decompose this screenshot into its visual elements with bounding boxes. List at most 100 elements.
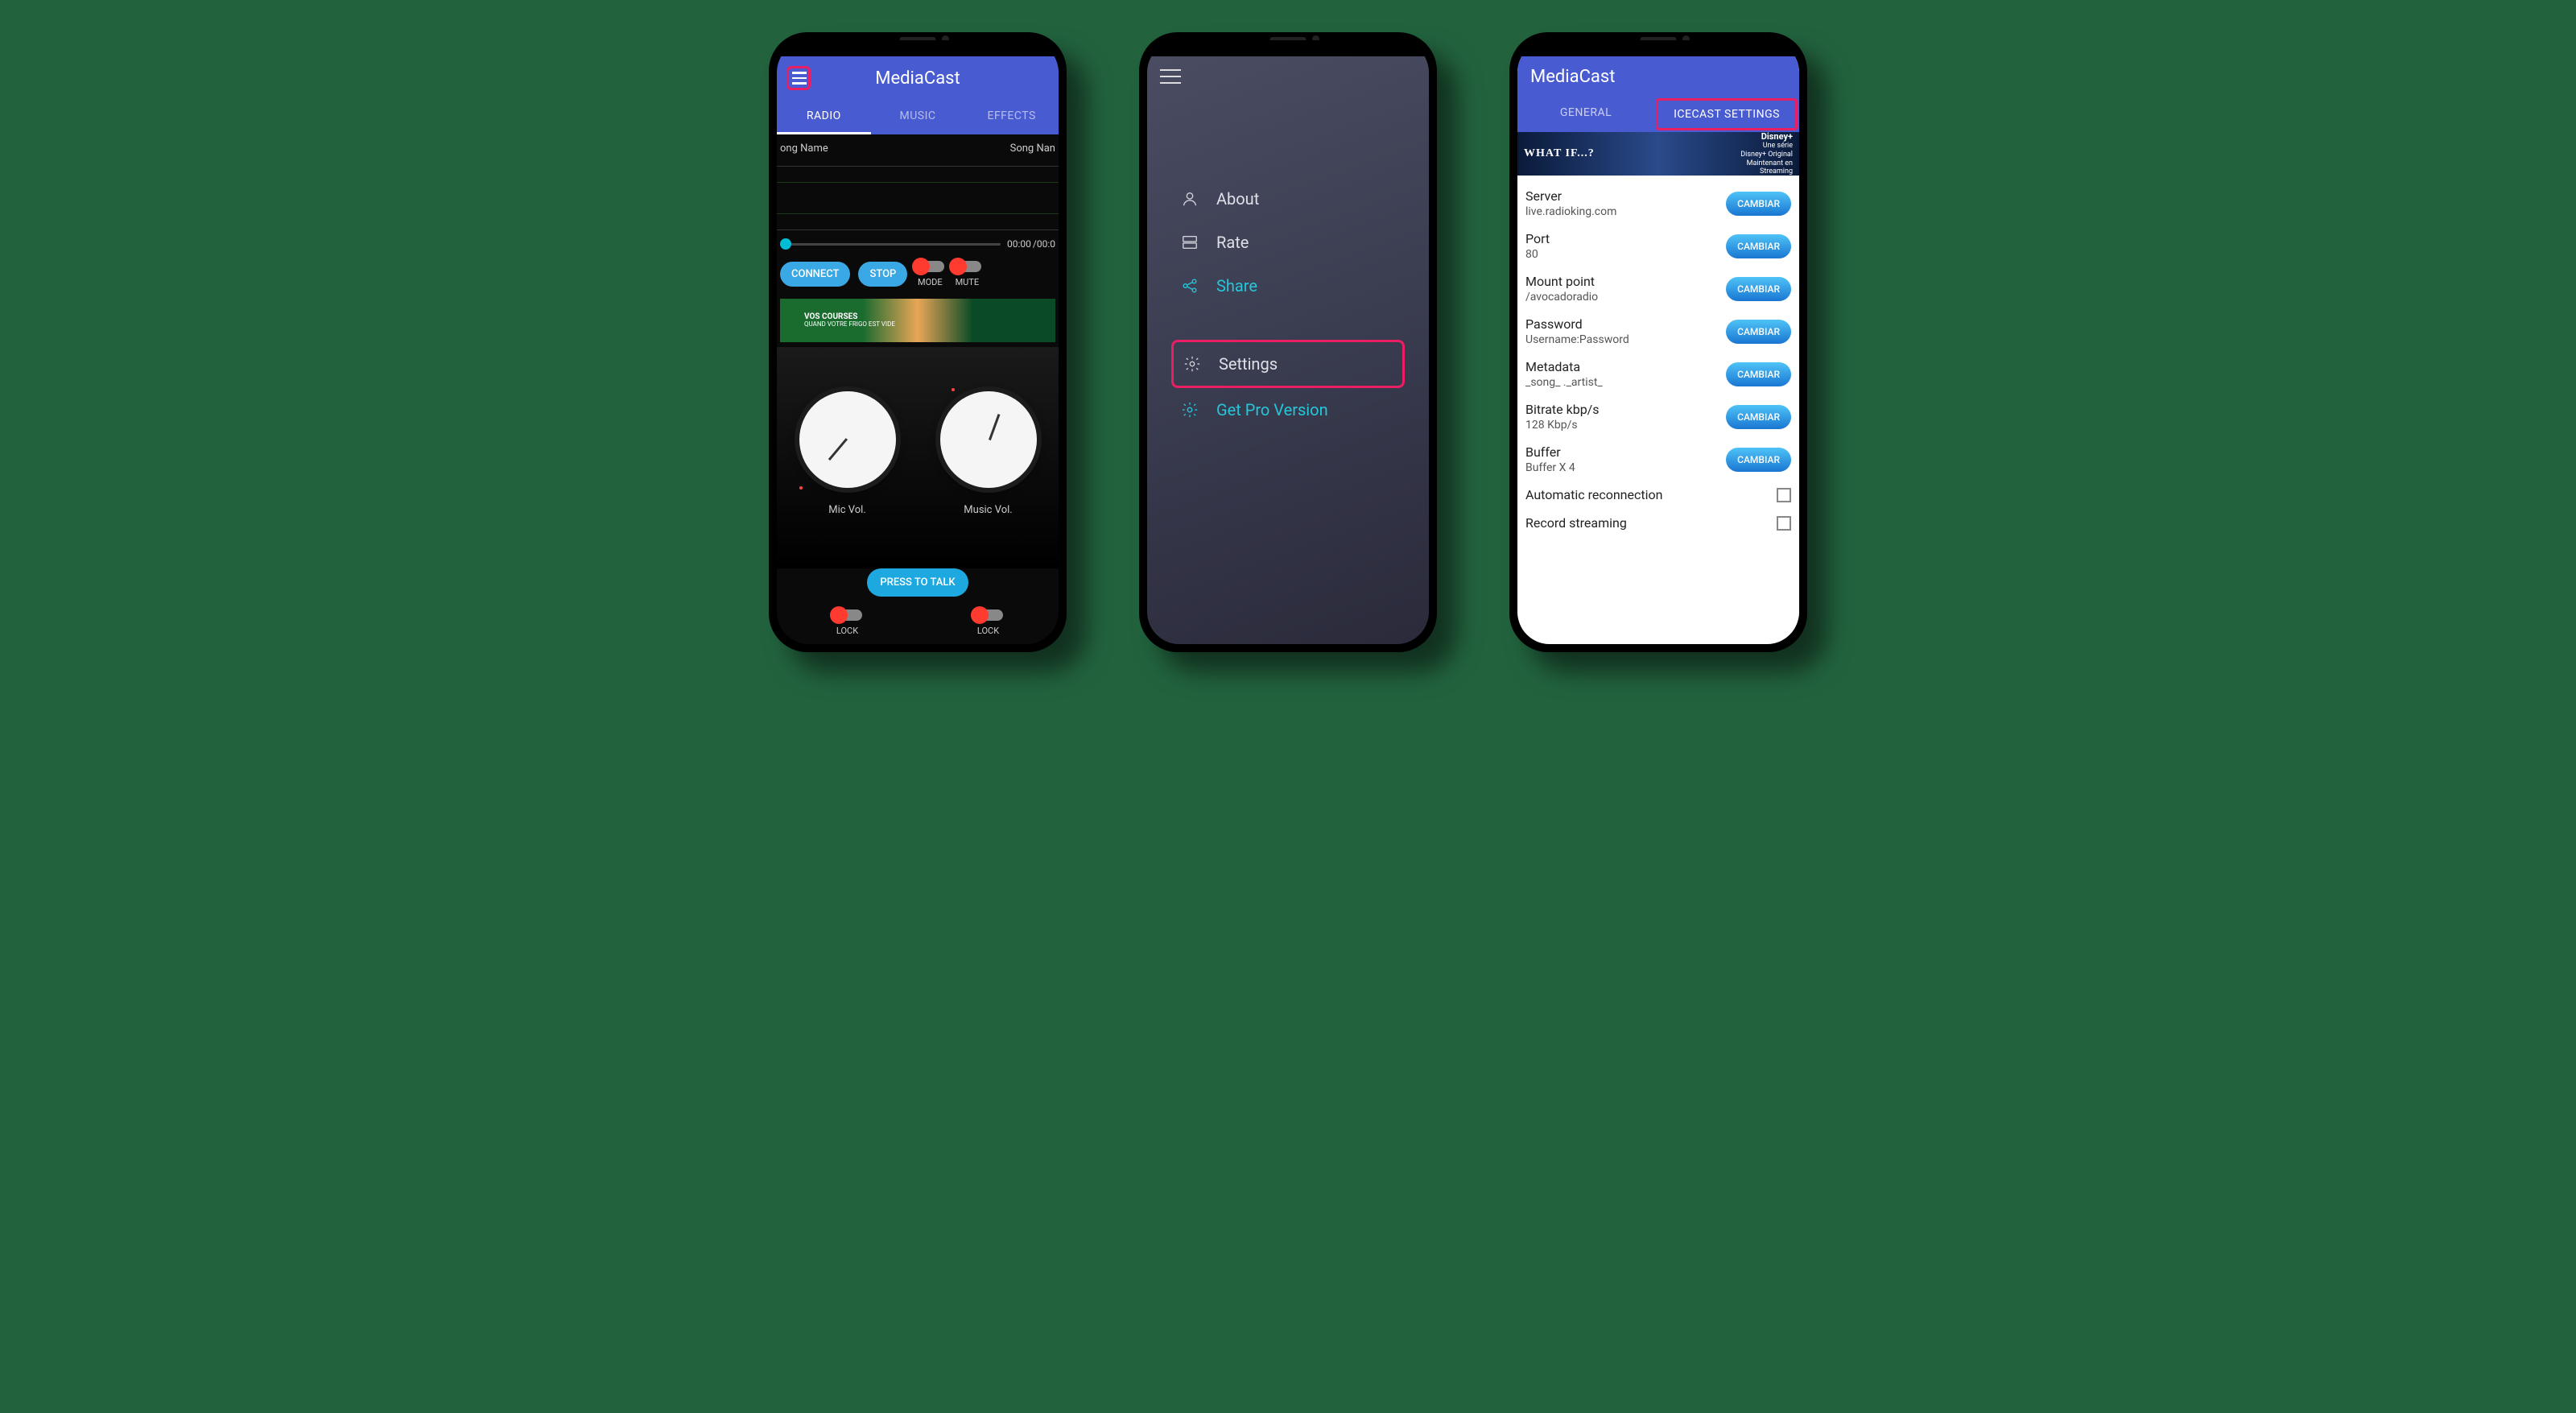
song-name-left: ong Name	[780, 143, 828, 155]
mic-lock-toggle[interactable]	[833, 609, 862, 621]
buffer-label: Buffer	[1525, 444, 1575, 460]
person-icon	[1179, 188, 1200, 209]
menu-item-settings[interactable]: Settings	[1171, 340, 1405, 388]
menu-label-pro: Get Pro Version	[1216, 400, 1328, 419]
mute-toggle[interactable]	[952, 261, 981, 272]
time-total: /00:0	[1033, 238, 1055, 250]
buffer-value: Buffer X 4	[1525, 461, 1575, 474]
mic-lock-label: LOCK	[799, 626, 896, 636]
password-value: Username:Password	[1525, 333, 1629, 346]
change-port-button[interactable]: CAMBIAR	[1726, 234, 1791, 258]
port-label: Port	[1525, 231, 1550, 246]
change-mount-button[interactable]: CAMBIAR	[1726, 277, 1791, 301]
press-to-talk-button[interactable]: PRESS TO TALK	[867, 568, 968, 597]
tab-music[interactable]: MUSIC	[871, 100, 965, 134]
progress-thumb[interactable]	[780, 238, 791, 250]
ad-tag1: Une série	[1740, 142, 1793, 151]
server-label: Server	[1525, 188, 1616, 204]
mode-label: MODE	[915, 277, 944, 287]
metadata-value: _song_ ._artist_	[1525, 376, 1603, 389]
bitrate-value: 128 Kbp/s	[1525, 419, 1600, 432]
setting-row-password: Password Username:Password CAMBIAR	[1525, 310, 1791, 353]
phone-mockup-menu: About Rate Share	[1139, 32, 1437, 652]
time-current: 00:00	[1007, 238, 1031, 250]
change-bitrate-button[interactable]: CAMBIAR	[1726, 405, 1791, 429]
setting-row-bitrate: Bitrate kbp/s 128 Kbp/s CAMBIAR	[1525, 395, 1791, 438]
password-label: Password	[1525, 316, 1629, 332]
menu-item-about[interactable]: About	[1171, 177, 1405, 221]
server-icon	[1179, 232, 1200, 253]
control-row: CONNECT STOP MODE MUTE	[777, 254, 1059, 294]
ad-banner[interactable]: VOS COURSES QUAND VOTRE FRIGO EST VIDE	[780, 299, 1055, 342]
server-value: live.radioking.com	[1525, 205, 1616, 218]
app-title: MediaCast	[1517, 56, 1799, 97]
tab-general[interactable]: GENERAL	[1517, 97, 1654, 132]
menu-label-share: Share	[1216, 276, 1257, 295]
ad-subline: QUAND VOTRE FRIGO EST VIDE	[804, 321, 895, 328]
ad-banner[interactable]: WHAT IF...? Disney+ Une série Disney+ Or…	[1517, 132, 1799, 176]
icecast-settings-list: Server live.radioking.com CAMBIAR Port 8…	[1517, 176, 1799, 644]
tab-radio[interactable]: RADIO	[777, 100, 871, 134]
ad-show-title: WHAT IF...?	[1524, 147, 1595, 160]
menu-label-about: About	[1216, 189, 1259, 209]
hamburger-menu-icon[interactable]	[786, 66, 811, 90]
menu-item-rate[interactable]: Rate	[1171, 221, 1405, 264]
ad-tag2: Disney+ Original	[1740, 151, 1793, 159]
record-label: Record streaming	[1525, 515, 1627, 531]
setting-row-buffer: Buffer Buffer X 4 CAMBIAR	[1525, 438, 1791, 481]
change-metadata-button[interactable]: CAMBIAR	[1726, 362, 1791, 386]
dial-section: Mic Vol. Music Vol.	[777, 347, 1059, 568]
app-title: MediaCast	[811, 68, 1049, 89]
setting-row-auto-reconnection: Automatic reconnection	[1525, 481, 1791, 509]
music-vol-label: Music Vol.	[940, 504, 1037, 516]
mic-volume-dial[interactable]	[799, 391, 896, 488]
song-name-right: Song Nan	[1010, 143, 1055, 155]
setting-row-port: Port 80 CAMBIAR	[1525, 225, 1791, 267]
record-checkbox[interactable]	[1777, 516, 1791, 531]
nav-drawer: About Rate Share	[1147, 97, 1429, 512]
radio-screen: MediaCast RADIO MUSIC EFFECTS ong Name S…	[777, 56, 1059, 644]
change-password-button[interactable]: CAMBIAR	[1726, 320, 1791, 344]
tab-effects[interactable]: EFFECTS	[964, 100, 1059, 134]
ad-tag3: Maintenant en	[1740, 159, 1793, 168]
waveform-area	[777, 166, 1059, 230]
gear-icon	[1182, 353, 1203, 374]
hamburger-menu-icon[interactable]	[1160, 69, 1181, 84]
phone-mockup-radio: MediaCast RADIO MUSIC EFFECTS ong Name S…	[769, 32, 1067, 652]
port-value: 80	[1525, 248, 1550, 261]
phone-mockup-settings: MediaCast GENERAL ICECAST SETTINGS WHAT …	[1509, 32, 1807, 652]
menu-item-share[interactable]: Share	[1171, 264, 1405, 308]
gear-icon	[1179, 399, 1200, 420]
setting-row-server: Server live.radioking.com CAMBIAR	[1525, 182, 1791, 225]
metadata-label: Metadata	[1525, 359, 1603, 374]
menu-item-pro[interactable]: Get Pro Version	[1171, 388, 1405, 432]
menu-label-rate: Rate	[1216, 233, 1249, 252]
mic-vol-label: Mic Vol.	[799, 504, 896, 516]
setting-row-mount: Mount point /avocadoradio CAMBIAR	[1525, 267, 1791, 310]
ad-brand: Disney+	[1740, 131, 1793, 142]
song-marquee: ong Name Song Nan	[777, 134, 1059, 163]
mount-value: /avocadoradio	[1525, 291, 1598, 304]
music-lock-toggle[interactable]	[974, 609, 1003, 621]
change-buffer-button[interactable]: CAMBIAR	[1726, 448, 1791, 472]
progress-bar[interactable]: 00:00 /00:0	[777, 233, 1059, 254]
drawer-screen: About Rate Share	[1147, 56, 1429, 644]
auto-reconnect-label: Automatic reconnection	[1525, 487, 1662, 502]
bitrate-label: Bitrate kbp/s	[1525, 402, 1600, 417]
music-lock-label: LOCK	[940, 626, 1037, 636]
menu-label-settings: Settings	[1219, 354, 1278, 374]
mount-label: Mount point	[1525, 274, 1598, 289]
auto-reconnect-checkbox[interactable]	[1777, 488, 1791, 502]
share-icon	[1179, 275, 1200, 296]
mute-label: MUTE	[952, 277, 981, 287]
mode-toggle[interactable]	[915, 261, 944, 272]
connect-button[interactable]: CONNECT	[780, 262, 850, 287]
settings-screen: MediaCast GENERAL ICECAST SETTINGS WHAT …	[1517, 56, 1799, 644]
setting-row-record-streaming: Record streaming	[1525, 509, 1791, 537]
change-server-button[interactable]: CAMBIAR	[1726, 192, 1791, 216]
stop-button[interactable]: STOP	[858, 262, 907, 287]
settings-tabs: GENERAL ICECAST SETTINGS	[1517, 97, 1799, 132]
app-header: MediaCast	[777, 56, 1059, 100]
tab-icecast-settings[interactable]: ICECAST SETTINGS	[1656, 98, 1798, 130]
music-volume-dial[interactable]	[940, 391, 1037, 488]
